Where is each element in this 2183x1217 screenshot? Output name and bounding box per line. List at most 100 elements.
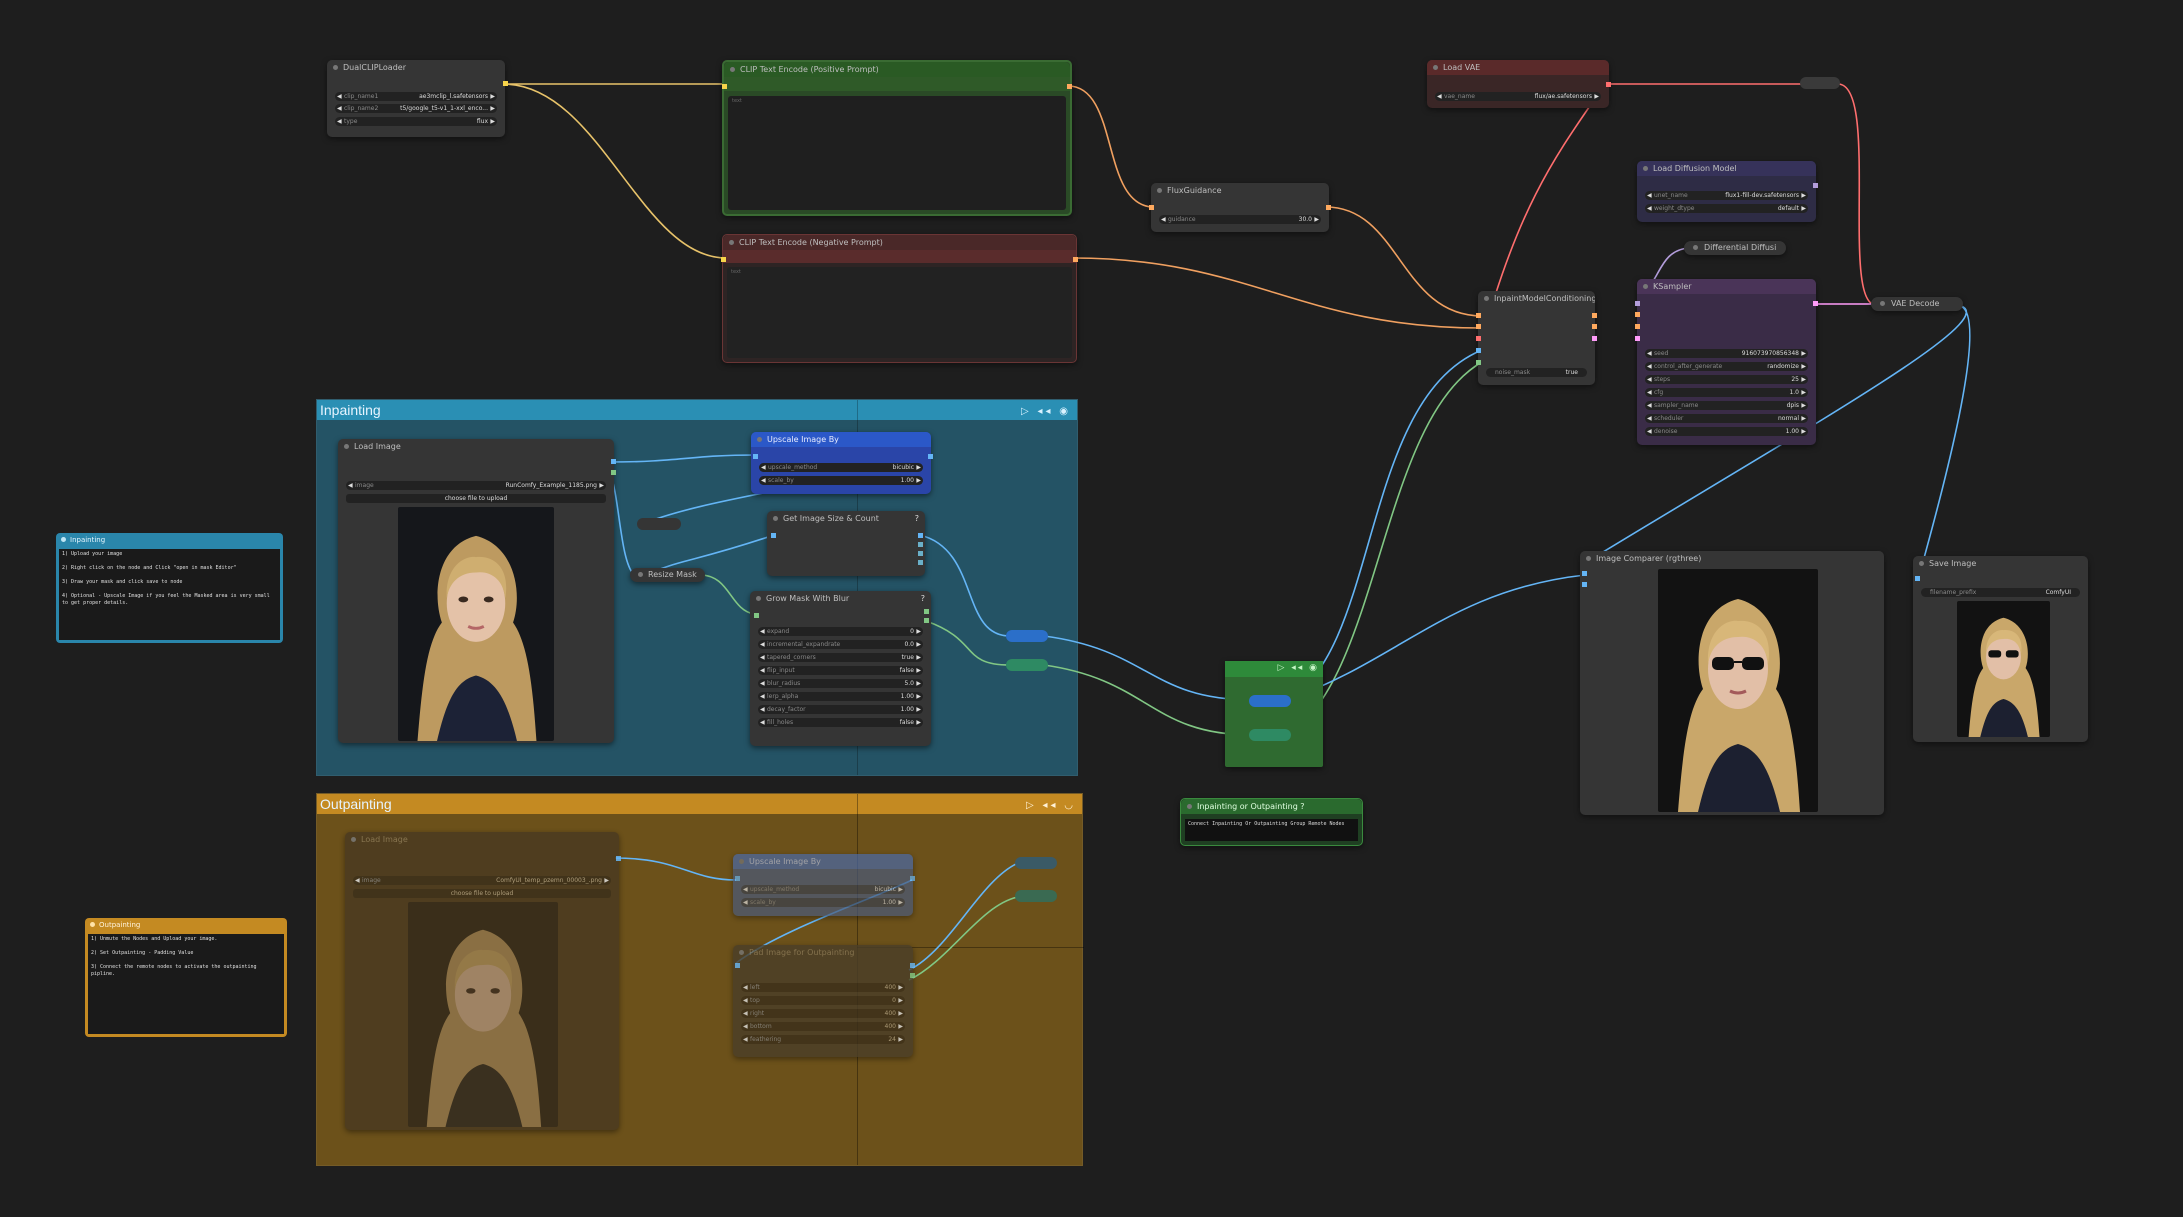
node-load-diffusion-model[interactable]: Load Diffusion Model ◀ unet_name flux1-fil… (1637, 161, 1818, 222)
choose-file-button[interactable]: choose file to upload (353, 889, 611, 898)
output-port-height[interactable] (918, 551, 923, 556)
arrow-right-icon[interactable]: ▶ (490, 92, 495, 101)
input-port-clip[interactable] (721, 257, 726, 262)
arrow-right-icon[interactable]: ▶ (898, 1022, 903, 1031)
node-title-bar[interactable]: InpaintModelConditioning (1478, 291, 1595, 306)
widget-scale-by[interactable]: ◀ scale_by 1.00 ▶ (741, 898, 905, 907)
widget-feathering[interactable]: ◀ feathering 24 ▶ (741, 1035, 905, 1044)
note-outpainting[interactable]: Outpainting 1) Unmute the Nodes and Uplo… (85, 918, 287, 1037)
widget-weight-dtype[interactable]: ◀ weight_dtype default ▶ (1645, 204, 1808, 213)
input-port-mask[interactable] (1476, 360, 1481, 365)
arrow-right-icon[interactable]: ▶ (898, 996, 903, 1005)
node-grow-mask-with-blur[interactable]: Grow Mask With Blur? ◀ expand 0 ▶ ◀ increment… (750, 591, 931, 746)
saved-image-preview[interactable] (1957, 601, 2050, 737)
widget-filename-prefix[interactable]: filename_prefix ComfyUI (1921, 588, 2080, 597)
input-port-image[interactable] (771, 533, 776, 538)
output-port-model[interactable] (1813, 183, 1818, 188)
arrow-right-icon[interactable]: ▶ (916, 640, 921, 649)
output-port-image[interactable] (616, 856, 621, 861)
collapse-dot-icon[interactable] (1187, 804, 1192, 809)
arrow-right-icon[interactable]: ▶ (916, 705, 921, 714)
collapse-dot-icon[interactable] (333, 65, 338, 70)
input-port-latent[interactable] (1635, 336, 1640, 341)
output-port-width[interactable] (918, 542, 923, 547)
reroute-switch-mask[interactable] (1249, 729, 1291, 741)
node-title-bar[interactable]: Pad Image for Outpainting (733, 945, 913, 960)
widget-fill-holes[interactable]: ◀ fill_holes false ▶ (758, 718, 923, 727)
collapse-dot-icon[interactable] (1880, 301, 1885, 306)
outpaint-image-preview[interactable] (408, 902, 558, 1127)
node-title-bar[interactable]: DualCLIPLoader (327, 60, 505, 75)
group-outpainting-header[interactable]: Outpainting ▷ ◂◂ ◡ (317, 794, 1082, 814)
node-title-bar[interactable]: VAE Decode (1871, 297, 1963, 311)
node-upscale-image-by-outpaint[interactable]: Upscale Image By ◀ upscale_method bicubic ▶… (733, 854, 915, 916)
arrow-left-icon[interactable]: ◀ (743, 885, 748, 894)
input-port-mask[interactable] (754, 613, 759, 618)
output-port-clip[interactable] (503, 81, 508, 86)
collapse-dot-icon[interactable] (351, 837, 356, 842)
output-port-mask-inverted[interactable] (924, 618, 929, 623)
arrow-right-icon[interactable]: ▶ (916, 666, 921, 675)
collapse-dot-icon[interactable] (1586, 556, 1591, 561)
widget-tapered-corners[interactable]: ◀ tapered_corners true ▶ (758, 653, 923, 662)
input-image-preview[interactable] (398, 507, 554, 741)
node-vae-decode[interactable]: VAE Decode (1871, 297, 1963, 311)
output-port-vae[interactable] (1606, 82, 1611, 87)
widget-steps[interactable]: ◀ steps 25 ▶ (1645, 375, 1808, 384)
arrow-left-icon[interactable]: ◀ (760, 627, 765, 636)
output-port-conditioning[interactable] (1073, 257, 1078, 262)
arrow-left-icon[interactable]: ◀ (761, 476, 766, 485)
widget-left[interactable]: ◀ left 400 ▶ (741, 983, 905, 992)
arrow-left-icon[interactable]: ◀ (1647, 362, 1652, 371)
arrow-left-icon[interactable]: ◀ (337, 92, 342, 101)
arrow-left-icon[interactable]: ◀ (743, 1035, 748, 1044)
input-port-positive[interactable] (1635, 312, 1640, 317)
input-port-image-a[interactable] (1582, 571, 1587, 576)
widget-scheduler[interactable]: ◀ scheduler normal ▶ (1645, 414, 1808, 423)
arrow-right-icon[interactable]: ▶ (490, 117, 495, 126)
node-title-bar[interactable]: Save Image (1913, 556, 2088, 571)
help-badge-icon[interactable]: ? (921, 591, 925, 606)
widget-top[interactable]: ◀ top 0 ▶ (741, 996, 905, 1005)
collapse-dot-icon[interactable] (730, 67, 735, 72)
collapse-dot-icon[interactable] (344, 444, 349, 449)
output-port-image[interactable] (928, 454, 933, 459)
widget-clip-name1[interactable]: ◀ clip_name1 ae3mclip_l.safetensors ▶ (335, 92, 497, 101)
widget-scale-by[interactable]: ◀ scale_by 1.00 ▶ (759, 476, 923, 485)
node-differential-diffusion[interactable]: Differential Diffusi (1684, 241, 1786, 255)
arrow-left-icon[interactable]: ◀ (1647, 414, 1652, 423)
arrow-left-icon[interactable]: ◀ (760, 640, 765, 649)
input-port-negative[interactable] (1635, 324, 1640, 329)
node-remote-switch-group[interactable]: ▷ ◂◂ ◉ (1225, 661, 1323, 767)
input-port-conditioning[interactable] (1149, 205, 1154, 210)
widget-type[interactable]: ◀ type flux ▶ (335, 117, 497, 126)
widget-guidance[interactable]: ◀ guidance 30.0 ▶ (1159, 215, 1321, 224)
widget-bottom[interactable]: ◀ bottom 400 ▶ (741, 1022, 905, 1031)
collapse-dot-icon[interactable] (1693, 245, 1698, 250)
widget-upscale-method[interactable]: ◀ upscale_method bicubic ▶ (741, 885, 905, 894)
widget-unet-name[interactable]: ◀ unet_name flux1-fill-dev.safetensors ▶ (1645, 191, 1808, 200)
node-title-bar[interactable]: Grow Mask With Blur? (750, 591, 931, 606)
node-load-image-inpaint[interactable]: Load Image ◀ image RunComfy_Example_1185.p… (338, 439, 616, 743)
note-title-bar[interactable]: Inpainting (56, 533, 283, 547)
group-controls-icon[interactable]: ▷ ◂◂ ◉ (1021, 402, 1071, 422)
widget-upscale-method[interactable]: ◀ upscale_method bicubic ▶ (759, 463, 923, 472)
output-port-image[interactable] (910, 876, 915, 881)
arrow-left-icon[interactable]: ◀ (760, 653, 765, 662)
choose-file-button[interactable]: choose file to upload (346, 494, 606, 503)
node-save-image[interactable]: Save Image filename_prefix ComfyUI (1913, 556, 2088, 742)
help-badge-icon[interactable]: ? (915, 511, 919, 526)
node-pad-image-for-outpainting[interactable]: Pad Image for Outpainting ◀ left 400 ▶ ◀ top 0… (733, 945, 915, 1057)
prompt-textarea-positive[interactable]: text (728, 96, 1066, 210)
arrow-right-icon[interactable]: ▶ (916, 653, 921, 662)
arrow-left-icon[interactable]: ◀ (1437, 92, 1442, 101)
output-port-negative[interactable] (1592, 324, 1597, 329)
node-clip-text-encode-negative[interactable]: CLIP Text Encode (Negative Prompt) text (721, 234, 1078, 363)
output-port-mask[interactable] (611, 470, 616, 475)
arrow-left-icon[interactable]: ◀ (1647, 349, 1652, 358)
node-fluxguidance[interactable]: FluxGuidance ◀ guidance 30.0 ▶ (1149, 183, 1331, 232)
input-port-image[interactable] (753, 454, 758, 459)
reroute-vae[interactable] (1800, 77, 1840, 89)
node-title-bar[interactable]: Differential Diffusi (1684, 241, 1786, 255)
output-port-image[interactable] (910, 963, 915, 968)
